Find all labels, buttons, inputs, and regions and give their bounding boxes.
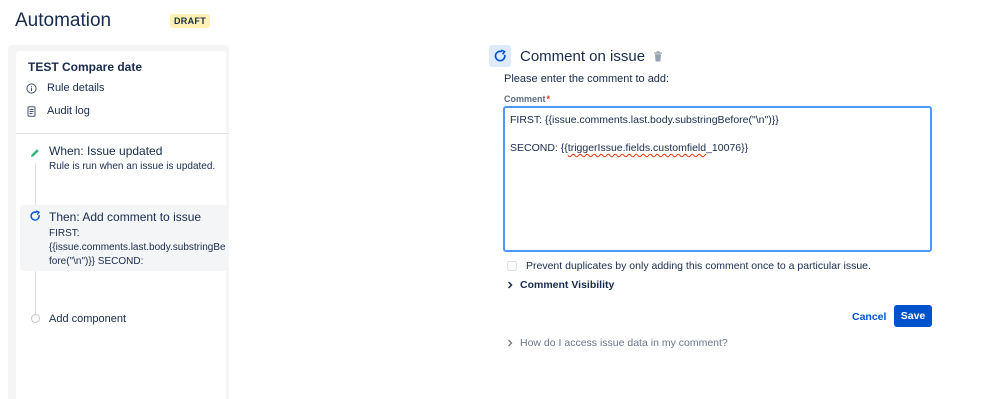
add-component-dot [31, 314, 40, 323]
action-step-description-line: FIRST: [49, 228, 80, 239]
comment-textarea[interactable]: FIRST: {{issue.comments.last.body.substr… [503, 106, 932, 252]
cancel-button[interactable]: Cancel [848, 306, 890, 327]
comment-prompt: Please enter the comment to add: [504, 73, 670, 85]
prevent-duplicates-label: Prevent duplicates by only adding this c… [526, 260, 871, 272]
rule-details-label: Rule details [47, 82, 105, 94]
rule-sidebar: TEST Compare date Rule details Audit log… [8, 45, 229, 399]
pencil-icon [29, 147, 41, 159]
spellcheck-flagged-text: triggerIssue.fields.customfield [567, 142, 707, 154]
comment-icon [489, 45, 511, 67]
timeline-connector [35, 271, 36, 314]
action-step-title: Then: Add comment to issue [49, 210, 202, 224]
prevent-duplicates-checkbox[interactable] [507, 261, 517, 271]
chevron-right-icon [506, 339, 514, 347]
comment-field-label: Comment* [504, 94, 550, 104]
panel-header: Comment on issue [489, 45, 663, 67]
comment-visibility-label: Comment Visibility [520, 279, 615, 291]
audit-log-label: Audit log [47, 105, 90, 117]
rule-sidebar-panel: TEST Compare date Rule details Audit log… [16, 51, 229, 399]
panel-title: Comment on issue [520, 47, 646, 65]
action-step-description-line: fore("\n")}} SECOND: [49, 256, 144, 267]
rule-name: TEST Compare date [28, 60, 143, 74]
comment-line: SECOND: {{triggerIssue.fields.customfiel… [510, 141, 925, 155]
comment-blank-line [510, 127, 925, 141]
comment-text: _10076}} [706, 142, 749, 154]
comment-label-text: Comment [504, 94, 546, 104]
add-component-link[interactable]: Add component [49, 313, 126, 325]
draft-badge: DRAFT [170, 14, 210, 28]
audit-log-link[interactable]: Audit log [26, 105, 90, 117]
chevron-right-icon [506, 281, 514, 289]
trigger-step-description: Rule is run when an issue is updated. [49, 161, 216, 172]
save-button[interactable]: Save [894, 305, 932, 327]
comment-text: SECOND: {{ [510, 142, 568, 154]
action-step-description-line: {{issue.comments.last.body.substringBe [49, 242, 226, 253]
help-label: How do I access issue data in my comment… [520, 337, 728, 349]
sidebar-divider [16, 133, 229, 134]
help-expander[interactable]: How do I access issue data in my comment… [506, 337, 728, 349]
prevent-duplicates-row[interactable]: Prevent duplicates by only adding this c… [507, 260, 871, 272]
trigger-step[interactable]: When: Issue updated Rule is run when an … [20, 143, 229, 181]
trash-icon[interactable] [653, 50, 663, 62]
action-step[interactable]: Then: Add comment to issue FIRST: {{issu… [20, 205, 229, 271]
info-icon [26, 82, 37, 94]
trigger-step-title: When: Issue updated [49, 144, 163, 158]
document-icon [26, 105, 37, 117]
page-title: Automation [15, 10, 112, 31]
comment-line: FIRST: {{issue.comments.last.body.substr… [510, 114, 779, 126]
rule-details-link[interactable]: Rule details [26, 82, 104, 94]
comment-icon [29, 210, 41, 222]
required-marker: * [546, 94, 551, 104]
comment-visibility-toggle[interactable]: Comment Visibility [506, 279, 614, 291]
